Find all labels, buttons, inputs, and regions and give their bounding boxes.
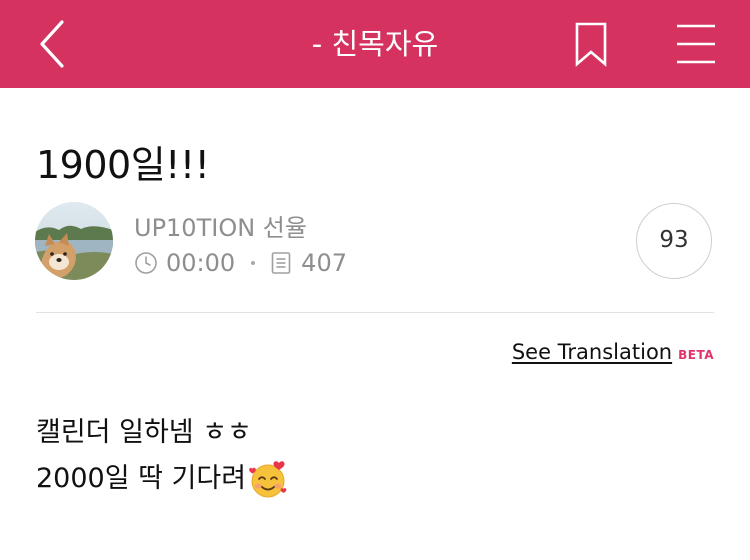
beta-badge: BETA [678,348,714,362]
author-name[interactable]: UP10TION 선율 [134,208,307,243]
post-title: 1900일!!! [36,143,210,187]
meta-separator [251,261,256,265]
document-icon [271,252,291,274]
post-time: 00:00 [166,249,236,277]
top-bar: - 친목자유 [0,0,750,88]
avatar[interactable] [35,202,113,280]
menu-button[interactable] [672,20,720,68]
body-line: 캘린더 일하넴 ㅎㅎ [36,417,252,448]
post-meta: 00:00 407 [134,247,347,279]
see-translation-link[interactable]: See Translation [512,340,672,364]
comment-count-button[interactable]: 93 [636,203,712,279]
body-line-with-emoji: 2000일 딱 기다려 [36,456,288,502]
view-count: 407 [301,249,347,277]
bookmark-icon [575,22,607,67]
divider [36,312,714,313]
profile-photo [35,202,113,280]
post-body: 캘린더 일하넴 ㅎㅎ 2000일 딱 기다려 [36,410,288,502]
translation-control: See Translation BETA [512,340,714,364]
smiling-face-with-hearts-emoji [249,461,287,498]
body-line-text: 2000일 딱 기다려 [36,463,247,494]
clock-icon [135,252,157,274]
board-title: - 친목자유 [311,27,439,61]
hamburger-menu-icon [677,24,715,64]
bookmark-button[interactable] [568,18,614,70]
